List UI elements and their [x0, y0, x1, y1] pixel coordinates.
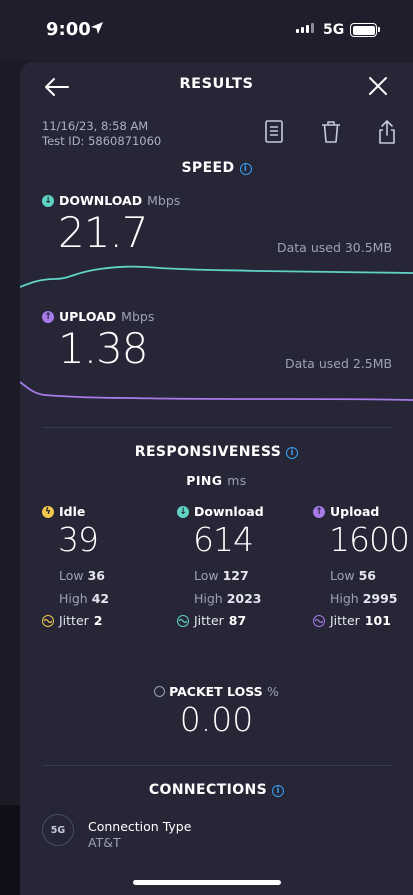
- packet-loss-label-text: PACKET LOSS: [169, 684, 263, 699]
- info-icon[interactable]: i: [272, 785, 285, 797]
- ping-idle-low-value: 36: [87, 568, 106, 583]
- ping-upload-low-value: 56: [358, 568, 377, 583]
- share-icon[interactable]: [376, 119, 398, 145]
- connections-section-title: CONNECTIONS i: [20, 782, 413, 798]
- upload-graph: [20, 381, 413, 401]
- ping-download-jitter: Jitter 87: [177, 613, 246, 628]
- speed-section-title: SPEED i: [20, 160, 413, 176]
- ping-upload-high: High 2995: [330, 591, 398, 606]
- ping-upload-high-label: High: [330, 591, 359, 606]
- upload-arrow-icon: ↑: [313, 505, 325, 518]
- battery-icon: [350, 23, 380, 37]
- download-label: ↓ DOWNLOAD Mbps: [42, 193, 180, 208]
- ping-idle-value: 39: [58, 520, 99, 559]
- document-icon[interactable]: [263, 119, 285, 145]
- upload-data-used: Data used 2.5MB: [285, 356, 393, 371]
- download-data-used: Data used 30.5MB: [277, 240, 393, 255]
- download-unit: Mbps: [147, 193, 181, 208]
- ping-upload-value: 1600: [329, 520, 410, 559]
- ping-label: PING ms: [20, 473, 413, 488]
- ping-idle-high-value: 42: [91, 591, 110, 606]
- close-icon[interactable]: [367, 75, 389, 97]
- ping-upload-jitter-value: 101: [364, 613, 391, 628]
- ping-idle-label: ϟ Idle: [42, 504, 85, 519]
- ping-download-high-label: High: [194, 591, 223, 606]
- jitter-icon: [313, 614, 325, 627]
- packet-loss-label: PACKET LOSS %: [20, 684, 413, 699]
- ping-download-high: High 2023: [194, 591, 262, 606]
- download-arrow-icon: ↓: [42, 194, 54, 207]
- ping-idle-low: Low 36: [59, 568, 105, 583]
- download-label-text: DOWNLOAD: [59, 193, 143, 208]
- status-bar: 9:00 5G: [0, 0, 413, 60]
- ping-label-text: PING: [186, 473, 223, 488]
- packet-loss-value: 0.00: [179, 700, 254, 739]
- ping-upload-jitter: Jitter 101: [313, 613, 391, 628]
- page-title: RESULTS: [179, 76, 254, 92]
- ping-download-value: 614: [193, 520, 254, 559]
- ping-download-high-value: 2023: [226, 591, 262, 606]
- responsiveness-section-title: RESPONSIVENESS i: [20, 444, 413, 460]
- section-divider: [42, 427, 392, 428]
- ping-download-low-label: Low: [194, 568, 219, 583]
- packet-loss-unit: %: [267, 684, 279, 699]
- ping-upload-jitter-label: Jitter: [330, 613, 360, 628]
- ping-upload-low: Low 56: [330, 568, 376, 583]
- ping-idle-low-label: Low: [59, 568, 84, 583]
- upload-label: ↑ UPLOAD Mbps: [42, 309, 154, 324]
- trash-icon[interactable]: [320, 119, 342, 145]
- test-id: Test ID: 5860871060: [42, 134, 162, 148]
- ping-idle-jitter-label: Jitter: [59, 613, 89, 628]
- lightning-icon: ϟ: [42, 505, 54, 518]
- jitter-icon: [177, 614, 189, 627]
- ping-download-jitter-label: Jitter: [194, 613, 224, 628]
- ping-download-label-text: Download: [194, 504, 264, 519]
- ping-idle-jitter-value: 2: [93, 613, 103, 628]
- download-arrow-icon: ↓: [177, 505, 189, 518]
- ping-upload-low-label: Low: [330, 568, 355, 583]
- ping-upload-label: ↑ Upload: [313, 504, 379, 519]
- connections-title: CONNECTIONS: [148, 782, 268, 798]
- network-type: 5G: [323, 22, 345, 38]
- connection-type-value: AT&T: [88, 835, 121, 850]
- ping-idle-high: High 42: [59, 591, 109, 606]
- upload-unit: Mbps: [121, 309, 155, 324]
- test-date: 11/16/23, 8:58 AM: [42, 119, 149, 133]
- packet-loss-icon: [154, 686, 166, 697]
- section-divider: [42, 765, 392, 766]
- info-icon[interactable]: i: [286, 447, 299, 459]
- download-graph: [20, 265, 413, 288]
- ping-unit: ms: [227, 473, 247, 488]
- ping-download-jitter-value: 87: [228, 613, 247, 628]
- network-badge: 5G: [42, 814, 74, 846]
- speed-title: SPEED: [181, 160, 235, 176]
- signal-icon: [296, 23, 314, 33]
- ping-idle-high-label: High: [59, 591, 88, 606]
- info-icon[interactable]: i: [239, 163, 252, 175]
- ping-download-low-value: 127: [222, 568, 249, 583]
- jitter-icon: [42, 614, 54, 627]
- home-indicator[interactable]: [133, 880, 281, 885]
- ping-download-low: Low 127: [194, 568, 249, 583]
- ping-upload-label-text: Upload: [330, 504, 380, 519]
- ping-upload-high-value: 2995: [362, 591, 398, 606]
- ping-download-label: ↓ Download: [177, 504, 264, 519]
- ping-idle-jitter: Jitter 2: [42, 613, 103, 628]
- upload-value: 1.38: [58, 324, 149, 373]
- ping-idle-label-text: Idle: [59, 504, 86, 519]
- responsiveness-title: RESPONSIVENESS: [134, 444, 282, 460]
- results-sheet: RESULTS 11/16/23, 8:58 AM Test ID: 58608…: [20, 62, 413, 895]
- upload-label-text: UPLOAD: [59, 309, 117, 324]
- download-value: 21.7: [58, 208, 149, 257]
- upload-arrow-icon: ↑: [42, 310, 54, 323]
- location-arrow-icon: [91, 22, 103, 34]
- status-time: 9:00: [46, 19, 91, 40]
- connection-type-label: Connection Type: [88, 819, 192, 834]
